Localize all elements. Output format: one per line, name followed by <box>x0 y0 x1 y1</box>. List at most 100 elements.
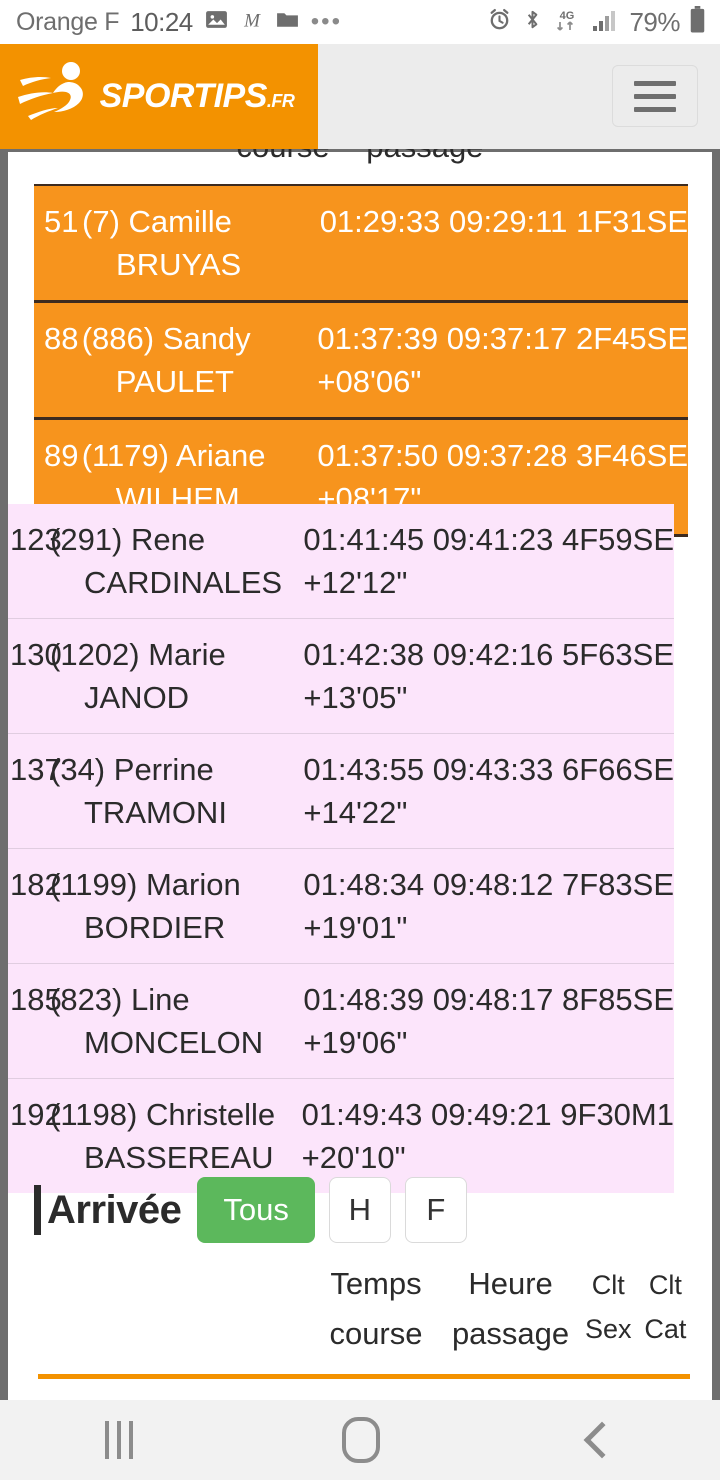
row-firstname: Line <box>131 982 190 1017</box>
row-heure-passage: 09:43:33 <box>432 752 554 787</box>
home-icon[interactable] <box>341 1417 380 1463</box>
script-m-icon: M <box>240 7 264 37</box>
row-delta: +13'05" <box>303 680 408 715</box>
back-icon[interactable] <box>583 1421 621 1459</box>
row-name: (1199) Marion BORDIER <box>50 849 303 963</box>
row-firstname: Rene <box>131 522 206 557</box>
filter-femmes-button[interactable]: F <box>404 1177 467 1243</box>
alarm-icon <box>487 7 512 37</box>
column-header-heure-passage: Heure passage <box>451 1266 570 1351</box>
hamburger-line <box>634 106 676 112</box>
table-row[interactable]: 185 (823) Line MONCELON 01:48:39 09:48:1… <box>8 964 674 1079</box>
table-row[interactable]: 130 (1202) Marie JANOD 01:42:38 09:42:16… <box>8 619 674 734</box>
row-heure-passage: 09:37:28 <box>446 438 568 473</box>
carrier-label: Orange F <box>16 7 120 36</box>
row-name: (823) Line MONCELON <box>50 964 303 1078</box>
row-rank: 123 <box>10 522 62 557</box>
browser-viewport: course passage 51 (7) Camille BRUYAS 01:… <box>0 149 720 1400</box>
row-times: 01:43:55 09:43:33 6F66SE +14'22" <box>303 734 674 848</box>
row-bib: (291) <box>50 522 123 557</box>
signal-bars-icon <box>592 8 620 37</box>
status-bar-right: 4G 79% <box>487 6 706 38</box>
row-lastname: MONCELON <box>84 1025 264 1060</box>
runner-logo-icon <box>17 58 96 135</box>
row-temps-course: 01:41:45 <box>303 522 425 557</box>
filter-hommes-button[interactable]: H <box>328 1177 391 1243</box>
row-temps-course: 01:29:33 <box>319 204 441 239</box>
android-nav-bar <box>0 1400 720 1480</box>
row-firstname: Perrine <box>113 752 214 787</box>
section-accent-bar <box>34 1185 41 1235</box>
column-header-temps-course: Temps course <box>329 1266 423 1351</box>
results-table: 123 (291) Rene CARDINALES 01:41:45 09:41… <box>8 504 674 1193</box>
row-bib: (7) <box>82 204 120 239</box>
row-lastname: BASSEREAU <box>84 1140 274 1175</box>
row-clt: 7F83SE <box>561 867 674 902</box>
row-clt: 2F45SE <box>575 321 688 356</box>
row-heure-passage: 09:42:16 <box>432 637 554 672</box>
row-bib: (1198) <box>50 1097 138 1132</box>
table-top-rule <box>38 1374 690 1379</box>
row-lastname: PAULET <box>115 364 234 399</box>
row-firstname: Christelle <box>145 1097 276 1132</box>
clipped-table-header: course passage <box>8 149 712 165</box>
row-firstname: Sandy <box>162 321 251 356</box>
row-delta: +12'12" <box>303 565 408 600</box>
table-row[interactable]: 137 (34) Perrine TRAMONI 01:43:55 09:43:… <box>8 734 674 849</box>
row-times: 01:41:45 09:41:23 4F59SE +12'12" <box>303 504 674 618</box>
highlighted-results-table: 51 (7) Camille BRUYAS 01:29:33 09:29:11 … <box>34 184 688 537</box>
svg-text:M: M <box>243 11 261 32</box>
hamburger-line <box>634 93 676 99</box>
row-heure-passage: 09:29:11 <box>448 204 568 239</box>
row-temps-course: 01:37:39 <box>317 321 439 356</box>
bluetooth-icon <box>521 7 544 37</box>
arrivee-section: Arrivée Tous H F <box>34 1177 694 1243</box>
row-heure-passage: 09:41:23 <box>432 522 554 557</box>
table-row[interactable]: 182 (1199) Marion BORDIER 01:48:34 09:48… <box>8 849 674 964</box>
table-row[interactable]: 88 (886) Sandy PAULET 01:37:39 09:37:17 … <box>34 303 688 420</box>
recents-icon[interactable] <box>104 1421 133 1459</box>
arrivee-table-header: Temps course Heure passage Clt Sex Clt C… <box>34 1259 694 1359</box>
row-clt: 3F46SE <box>575 438 688 473</box>
battery-icon <box>689 6 706 38</box>
row-name: (1202) Marie JANOD <box>50 619 303 733</box>
table-row[interactable]: 123 (291) Rene CARDINALES 01:41:45 09:41… <box>8 504 674 619</box>
logo-wordmark: SPORTIPS.FR <box>99 77 295 115</box>
hamburger-line <box>634 80 676 86</box>
clipped-header-course: course <box>237 149 330 164</box>
row-rank: 192 <box>10 1097 62 1132</box>
row-lastname: TRAMONI <box>84 795 227 830</box>
clipped-header-passage: passage <box>366 149 483 164</box>
row-clt: 8F85SE <box>561 982 674 1017</box>
hamburger-menu-button[interactable] <box>612 65 698 127</box>
row-rank: 182 <box>10 867 62 902</box>
site-header: SPORTIPS.FR <box>0 44 720 149</box>
row-delta: +14'22" <box>303 795 408 830</box>
row-lastname: BRUYAS <box>116 247 242 282</box>
status-bar: Orange F 10:24 M ••• 4G 79% <box>0 0 720 44</box>
row-name: (291) Rene CARDINALES <box>50 504 303 618</box>
row-clt: 5F63SE <box>561 637 674 672</box>
row-bib: (1199) <box>50 867 138 902</box>
table-row[interactable]: 51 (7) Camille BRUYAS 01:29:33 09:29:11 … <box>34 186 688 303</box>
row-bib: (1179) <box>81 438 169 473</box>
row-temps-course: 01:37:50 <box>317 438 439 473</box>
site-logo[interactable]: SPORTIPS.FR <box>0 44 318 149</box>
row-delta: +20'10" <box>301 1140 406 1175</box>
row-delta: +08'06" <box>317 364 422 399</box>
folder-icon <box>275 7 300 37</box>
row-times: 01:49:43 09:49:21 9F30M1 +20'10" <box>302 1079 674 1193</box>
phone-screen: Orange F 10:24 M ••• 4G 79% SPORTIPS.FR … <box>0 0 720 1480</box>
row-heure-passage: 09:48:17 <box>432 982 554 1017</box>
row-temps-course: 01:42:38 <box>303 637 425 672</box>
more-dots-icon: ••• <box>310 8 342 35</box>
row-times: 01:48:34 09:48:12 7F83SE +19'01" <box>303 849 674 963</box>
row-times: 01:29:33 09:29:11 1F31SE <box>320 186 688 300</box>
row-bib: (886) <box>81 321 155 356</box>
filter-tous-button[interactable]: Tous <box>197 1177 315 1243</box>
column-header-clt-cat: Clt Cat <box>644 1270 687 1344</box>
row-firstname: Camille <box>128 204 232 239</box>
row-temps-course: 01:48:39 <box>303 982 425 1017</box>
row-delta: +19'06" <box>303 1025 408 1060</box>
table-row[interactable]: 192 (1198) Christelle BASSEREAU 01:49:43… <box>8 1079 674 1193</box>
